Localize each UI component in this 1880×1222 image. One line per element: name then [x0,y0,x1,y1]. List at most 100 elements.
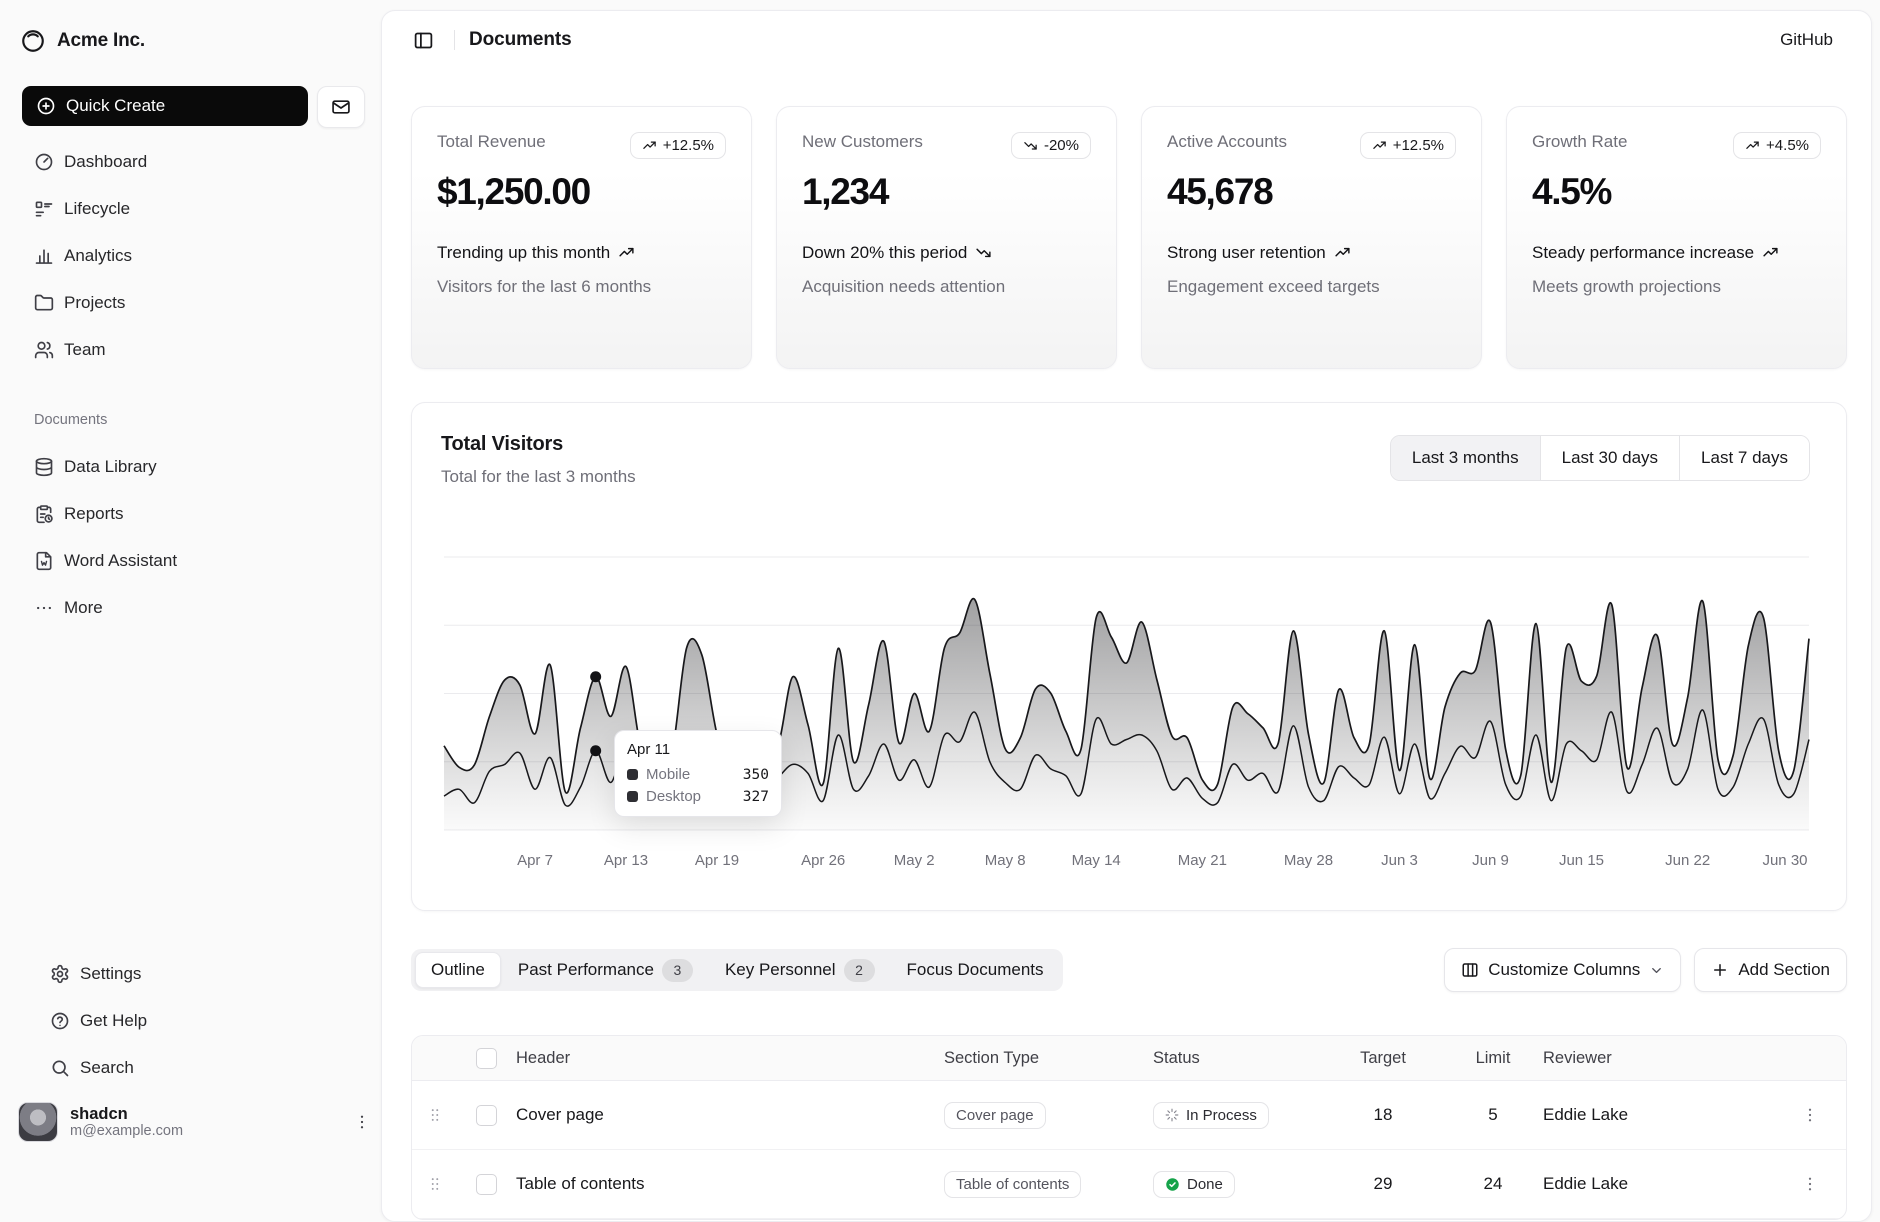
sidebar-toggle-button[interactable] [406,23,440,57]
tooltip-series-label: Desktop [646,788,701,805]
x-axis-tick: Jun 3 [1381,852,1418,869]
section-toolbar: Outline Past Performance3Key Personnel2 Fo… [411,948,1847,992]
add-section-button[interactable]: Add Section [1694,948,1847,992]
sidebar-item-more[interactable]: More [16,588,365,628]
x-axis-tick: May 8 [985,852,1026,869]
stat-card-value: 1,234 [802,171,1091,213]
stat-card-trend-line: Steady performance increase [1532,241,1821,265]
github-link[interactable]: GitHub [1780,30,1833,50]
tab-label: Focus Documents [907,960,1044,980]
row-checkbox[interactable] [476,1105,497,1126]
sidebar-item-team[interactable]: Team [16,330,365,370]
folder-icon [34,293,54,313]
tab-focus-documents[interactable]: Focus Documents [892,953,1059,987]
quick-create-label: Quick Create [66,96,165,116]
active-point-dot [590,745,601,756]
sidebar-item-lifecycle[interactable]: Lifecycle [16,189,365,229]
select-all-checkbox[interactable] [476,1048,497,1069]
stat-card-caption: Meets growth projections [1532,275,1821,299]
limit-cell[interactable]: 24 [1484,1174,1503,1194]
sidebar-item-dashboard[interactable]: Dashboard [16,142,365,182]
inbox-button[interactable] [317,86,365,128]
avatar [18,1102,58,1142]
sidebar-item-reports[interactable]: Reports [16,494,365,534]
quick-create-button[interactable]: Quick Create [22,86,308,126]
time-range-toggle: Last 3 monthsLast 30 daysLast 7 days [1390,435,1810,481]
dashboard-icon [34,152,54,172]
customize-columns-button[interactable]: Customize Columns [1444,948,1681,992]
sidebar-item-settings[interactable]: Settings [32,954,349,994]
row-menu-icon[interactable] [1801,1106,1819,1124]
x-axis-tick: Apr 19 [695,852,739,869]
target-cell[interactable]: 18 [1374,1105,1393,1125]
reviewer-cell[interactable]: Eddie Lake [1543,1174,1788,1194]
ellipsis-vertical-icon[interactable] [353,1113,371,1131]
trending-up-icon [1745,138,1760,153]
row-header-cell[interactable]: Cover page [516,1105,944,1125]
trend-badge: +4.5% [1733,132,1821,159]
logo-icon [20,28,46,54]
report-icon [34,504,54,524]
settings-icon [50,964,70,984]
trending-up-icon [642,138,657,153]
trend-badge-value: -20% [1044,137,1079,154]
range-button-last-7-days[interactable]: Last 7 days [1679,436,1809,480]
sidebar-item-search[interactable]: Search [32,1048,349,1088]
analytics-icon [34,246,54,266]
lifecycle-icon [34,199,54,219]
header-divider [454,30,455,50]
workspace-switcher[interactable]: Acme Inc. [20,22,365,60]
tab-count-badge: 2 [844,959,875,982]
x-axis-tick: Apr 26 [801,852,845,869]
area-chart[interactable]: Apr 7Apr 13Apr 19Apr 26May 2May 8May 14M… [436,507,1820,877]
tooltip-series-label: Mobile [646,766,690,783]
sidebar-item-analytics[interactable]: Analytics [16,236,365,276]
loader-icon [1165,1108,1179,1122]
sidebar-item-label: Reports [64,504,124,524]
check-circle-icon [1165,1177,1180,1192]
drag-handle-icon[interactable] [426,1175,444,1193]
search-icon [50,1058,70,1078]
user-email: m@example.com [70,1124,183,1139]
reviewer-cell[interactable]: Eddie Lake [1543,1105,1788,1125]
trending-up-icon [618,244,635,261]
column-header-header: Header [516,1049,944,1068]
chart-title: Total Visitors [441,433,563,456]
add-section-label: Add Section [1738,960,1830,980]
drag-handle-icon[interactable] [426,1106,444,1124]
word-icon [34,551,54,571]
sidebar-item-word-assistant[interactable]: Word Assistant [16,541,365,581]
row-checkbox[interactable] [476,1174,497,1195]
sidebar-item-label: Settings [80,964,141,984]
tab-past-performance[interactable]: Past Performance3 [503,953,708,987]
user-menu[interactable]: shadcn m@example.com [16,1100,371,1144]
sidebar-item-get-help[interactable]: Get Help [32,1001,349,1041]
trending-down-icon [1023,138,1038,153]
tab-label: Outline [431,960,485,980]
range-button-last-30-days[interactable]: Last 30 days [1540,436,1679,480]
stat-card-value: $1,250.00 [437,171,726,213]
sidebar-item-projects[interactable]: Projects [16,283,365,323]
series-swatch [627,791,638,802]
chart-tooltip: Apr 11 Mobile350Desktop327 [614,730,782,817]
stat-card-growth-rate: Growth Rate+4.5%4.5%Steady performance i… [1506,106,1847,369]
target-cell[interactable]: 29 [1374,1174,1393,1194]
stat-card-trend-line: Down 20% this period [802,241,1091,265]
tab-key-personnel[interactable]: Key Personnel2 [710,953,890,987]
status-label: Done [1187,1176,1223,1193]
trending-up-icon [1372,138,1387,153]
row-header-cell[interactable]: Table of contents [516,1174,944,1194]
circle-plus-icon [36,96,56,116]
tab-outline[interactable]: Outline [415,952,501,988]
sidebar-nav-documents: Data Library Reports Word Assistant More [16,447,365,628]
row-menu-icon[interactable] [1801,1175,1819,1193]
range-button-last-3-months[interactable]: Last 3 months [1391,436,1540,480]
x-axis-tick: May 2 [894,852,935,869]
sidebar-nav-footer: Settings Get Help Search [32,954,349,1088]
trend-badge-value: +4.5% [1766,137,1809,154]
table-row-table-of-contents: Table of contentsTable of contentsDone29… [412,1150,1846,1219]
limit-cell[interactable]: 5 [1488,1105,1497,1125]
stat-card-total-revenue: Total Revenue+12.5%$1,250.00Trending up … [411,106,752,369]
trend-badge: +12.5% [630,132,726,159]
sidebar-item-data-library[interactable]: Data Library [16,447,365,487]
